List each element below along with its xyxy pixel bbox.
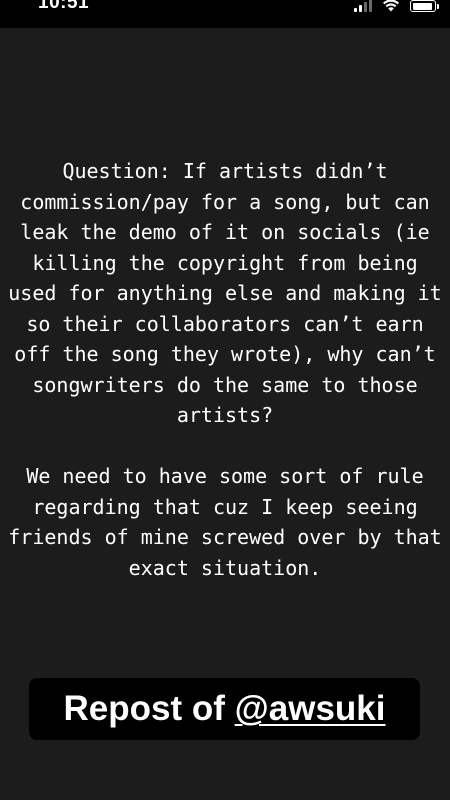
wifi-icon (383, 0, 399, 12)
status-time: 10:51 (38, 0, 90, 13)
repost-handle-link[interactable]: @awsuki (235, 689, 386, 728)
follow-up-text: We need to have some sort of rule regard… (8, 464, 442, 580)
question-body: Question: If artists didn’t commission/p… (8, 156, 442, 583)
status-icons (354, 0, 439, 12)
battery-icon (410, 0, 439, 12)
repost-prefix: Repost of (63, 689, 235, 728)
signal-icon (354, 0, 372, 12)
repost-sticker[interactable]: Repost of @awsuki (29, 678, 420, 740)
battery-level (412, 2, 432, 10)
status-bar: 10:51 (0, 0, 450, 28)
repost-label: Repost of @awsuki (64, 689, 386, 729)
story-card[interactable]: Question: If artists didn’t commission/p… (0, 28, 450, 800)
question-text: Question: If artists didn’t commission/p… (8, 159, 442, 427)
